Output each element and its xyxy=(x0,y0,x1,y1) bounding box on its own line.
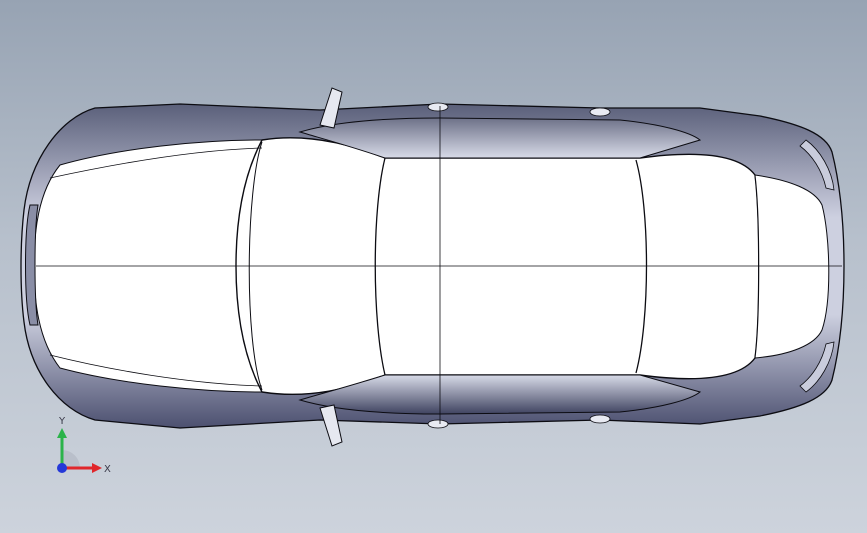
x-axis-arrow-head xyxy=(92,463,102,473)
door-handle-top-front xyxy=(427,102,449,112)
door-handle-bottom-front xyxy=(427,419,449,429)
axis-triad: X Y xyxy=(57,416,111,475)
y-axis-arrow-head xyxy=(57,428,67,438)
door-handle-top-rear xyxy=(589,107,611,117)
door-handle-bottom-rear xyxy=(589,414,611,424)
z-axis-point xyxy=(57,463,67,473)
y-axis-label: Y xyxy=(58,416,66,427)
car-model-top-view[interactable] xyxy=(0,0,867,533)
graphics-viewport[interactable]: X Y xyxy=(0,0,867,533)
trunk-lid xyxy=(754,174,830,359)
x-axis-label: X xyxy=(104,464,111,475)
